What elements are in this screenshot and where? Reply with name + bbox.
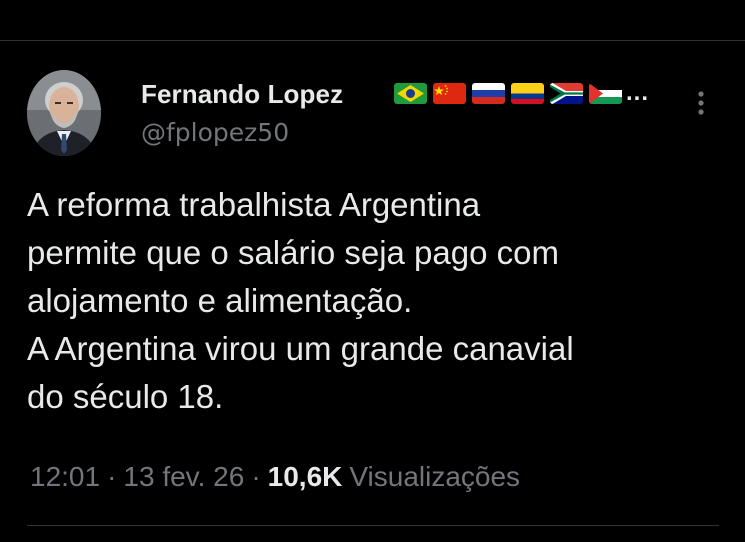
tweet-text: A reforma trabalhista Argentina permite … bbox=[27, 181, 717, 421]
flags-truncation: ... bbox=[626, 79, 650, 106]
more-options-button[interactable] bbox=[694, 88, 708, 120]
tweet-time[interactable]: 12:01 bbox=[30, 461, 100, 493]
tweet-meta: 12:01 · 13 fev. 26 · 10,6K Visualizações bbox=[30, 461, 520, 493]
avatar[interactable] bbox=[27, 70, 101, 156]
meta-separator: · bbox=[107, 461, 117, 492]
top-divider bbox=[0, 40, 745, 41]
meta-separator: · bbox=[251, 461, 261, 492]
tweet-date[interactable]: 13 fev. 26 bbox=[123, 461, 244, 493]
south-africa-flag bbox=[550, 82, 583, 104]
views-label[interactable]: Visualizações bbox=[349, 461, 520, 493]
tweet-text-line: A Argentina virou um grande canavial bbox=[27, 330, 574, 367]
author-name[interactable]: Fernando Lopez bbox=[141, 79, 343, 110]
brazil-flag bbox=[394, 82, 427, 104]
palestine-flag bbox=[589, 82, 622, 104]
tweet-text-line: alojamento e alimentação. bbox=[27, 282, 413, 319]
russia-flag bbox=[472, 82, 505, 104]
avatar-photo bbox=[27, 70, 101, 156]
views-count[interactable]: 10,6K bbox=[268, 461, 343, 493]
tweet-text-line: do século 18. bbox=[27, 378, 224, 415]
author-handle[interactable]: @fplopez50 bbox=[141, 118, 289, 147]
more-vertical-icon bbox=[698, 91, 704, 115]
author-flags: ... bbox=[394, 81, 649, 105]
tweet-text-line: A reforma trabalhista Argentina bbox=[27, 186, 481, 223]
china-flag bbox=[433, 82, 466, 104]
colombia-flag bbox=[511, 82, 544, 104]
bottom-divider bbox=[27, 525, 719, 526]
tweet-text-line: permite que o salário seja pago com bbox=[27, 234, 559, 271]
